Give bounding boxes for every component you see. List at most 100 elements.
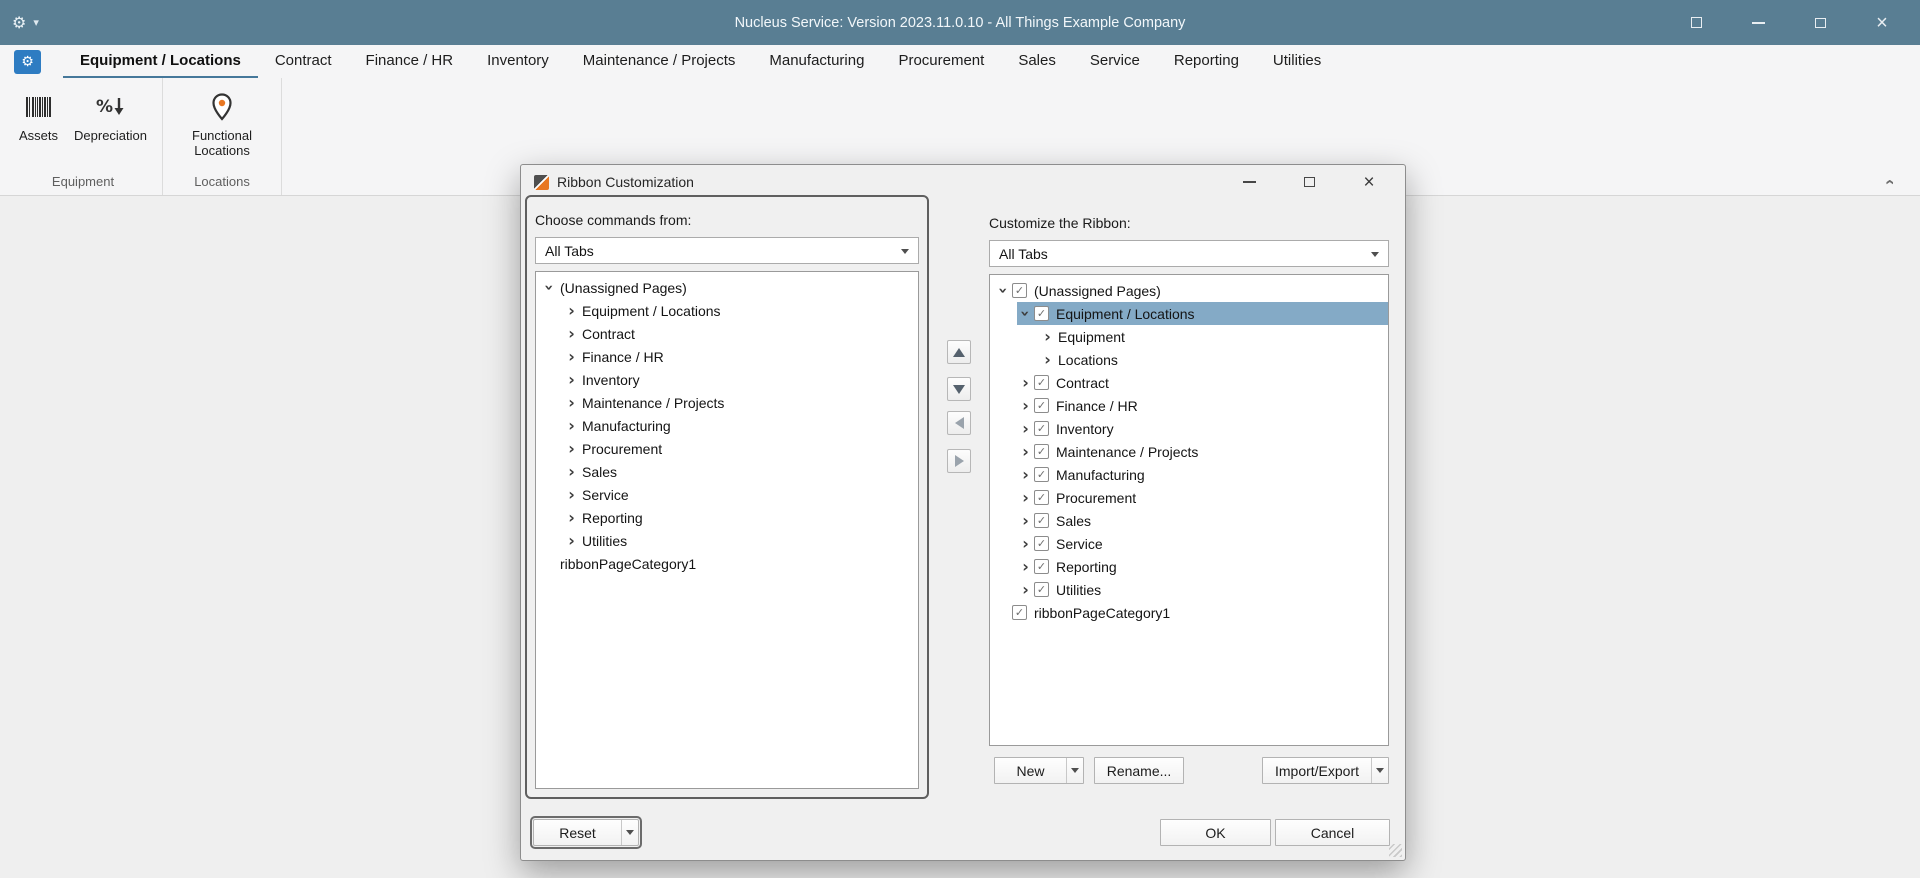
- tree-row-procurement[interactable]: › Procurement: [563, 437, 918, 460]
- dialog-titlebar[interactable]: Ribbon Customization ×: [521, 165, 1405, 199]
- tree-row-manufacturing[interactable]: › ✓ Manufacturing: [1017, 463, 1388, 486]
- chevron-right-icon[interactable]: ›: [563, 300, 580, 321]
- chevron-right-icon[interactable]: ›: [563, 461, 580, 482]
- dialog-maximize-button[interactable]: [1295, 170, 1323, 194]
- chevron-right-icon[interactable]: ›: [563, 323, 580, 344]
- chevron-right-icon[interactable]: ›: [563, 507, 580, 528]
- ribbon-tab-service[interactable]: Service: [1073, 45, 1157, 78]
- chevron-right-icon[interactable]: ›: [563, 484, 580, 505]
- chevron-down-icon[interactable]: ▾: [33, 16, 39, 29]
- tree-row-maintenance-projects[interactable]: › Maintenance / Projects: [563, 391, 918, 414]
- tree-row-service[interactable]: › ✓ Service: [1017, 532, 1388, 555]
- move-up-button[interactable]: [947, 340, 971, 364]
- chevron-right-icon[interactable]: ›: [563, 369, 580, 390]
- application-menu-button[interactable]: ⚙: [14, 49, 41, 74]
- reset-button[interactable]: Reset: [530, 816, 642, 849]
- chevron-right-icon[interactable]: ›: [1039, 326, 1056, 347]
- chevron-down-icon[interactable]: ›: [993, 282, 1014, 299]
- tree-row-contract[interactable]: › ✓ Contract: [1017, 371, 1388, 394]
- tree-row-procurement[interactable]: › ✓ Procurement: [1017, 486, 1388, 509]
- tree-row-sales[interactable]: › Sales: [563, 460, 918, 483]
- checkbox-checked[interactable]: ✓: [1034, 421, 1049, 436]
- tree-row-inventory[interactable]: › ✓ Inventory: [1017, 417, 1388, 440]
- checkbox-checked[interactable]: ✓: [1012, 605, 1027, 620]
- depreciation-button[interactable]: % Depreciation: [66, 84, 155, 146]
- new-button[interactable]: New: [994, 757, 1084, 784]
- choose-commands-dropdown[interactable]: All Tabs: [535, 237, 919, 264]
- checkbox-checked[interactable]: ✓: [1034, 559, 1049, 574]
- collapse-ribbon-button[interactable]: ›: [1878, 173, 1900, 191]
- chevron-right-icon[interactable]: ›: [563, 530, 580, 551]
- chevron-right-icon[interactable]: ›: [563, 392, 580, 413]
- chevron-right-icon[interactable]: ›: [1017, 487, 1034, 508]
- ribbon-tab-maintenance-projects[interactable]: Maintenance / Projects: [566, 45, 753, 78]
- checkbox-checked[interactable]: ✓: [1012, 283, 1027, 298]
- tree-row-finance-hr[interactable]: › Finance / HR: [563, 345, 918, 368]
- move-down-button[interactable]: [947, 377, 971, 401]
- dialog-close-button[interactable]: ×: [1355, 170, 1383, 194]
- move-right-button[interactable]: [947, 449, 971, 473]
- chevron-right-icon[interactable]: ›: [1017, 464, 1034, 485]
- gear-icon[interactable]: ⚙: [12, 14, 26, 31]
- tree-row-ribbonpagecategory1[interactable]: ›✓ribbonPageCategory1: [995, 601, 1388, 624]
- chevron-right-icon[interactable]: ›: [1017, 579, 1034, 600]
- tree-row-ribbonpagecategory1[interactable]: ›ribbonPageCategory1: [541, 552, 918, 575]
- window-options-button[interactable]: [1682, 9, 1710, 37]
- ribbon-tab-utilities[interactable]: Utilities: [1256, 45, 1338, 78]
- tree-row-finance-hr[interactable]: › ✓ Finance / HR: [1017, 394, 1388, 417]
- functional-locations-button[interactable]: Functional Locations: [170, 84, 274, 161]
- chevron-right-icon[interactable]: ›: [563, 346, 580, 367]
- tree-row-equipment-locations[interactable]: › ✓ Equipment / Locations: [1016, 302, 1388, 325]
- checkbox-checked[interactable]: ✓: [1034, 582, 1049, 597]
- checkbox-checked[interactable]: ✓: [1034, 444, 1049, 459]
- assets-button[interactable]: Assets: [11, 84, 66, 146]
- chevron-right-icon[interactable]: ›: [1017, 556, 1034, 577]
- close-button[interactable]: ×: [1868, 9, 1896, 37]
- cancel-button[interactable]: Cancel: [1275, 819, 1390, 846]
- maximize-button[interactable]: [1806, 9, 1834, 37]
- minimize-button[interactable]: [1744, 9, 1772, 37]
- resize-grip-icon[interactable]: [1389, 844, 1402, 857]
- customize-ribbon-dropdown[interactable]: All Tabs: [989, 240, 1389, 267]
- tree-row-reporting[interactable]: › Reporting: [563, 506, 918, 529]
- ribbon-tab-contract[interactable]: Contract: [258, 45, 349, 78]
- tree-row-inventory[interactable]: › Inventory: [563, 368, 918, 391]
- tree-row-contract[interactable]: › Contract: [563, 322, 918, 345]
- chevron-right-icon[interactable]: ›: [1017, 372, 1034, 393]
- tree-row-unassigned-pages[interactable]: › ✓ (Unassigned Pages): [993, 279, 1388, 302]
- ribbon-tab-manufacturing[interactable]: Manufacturing: [752, 45, 881, 78]
- chevron-down-icon[interactable]: [1066, 758, 1083, 783]
- tree-row-maintenance-projects[interactable]: › ✓ Maintenance / Projects: [1017, 440, 1388, 463]
- chevron-right-icon[interactable]: ›: [563, 438, 580, 459]
- checkbox-checked[interactable]: ✓: [1034, 490, 1049, 505]
- tree-row-utilities[interactable]: › Utilities: [563, 529, 918, 552]
- tree-row-reporting[interactable]: › ✓ Reporting: [1017, 555, 1388, 578]
- chevron-right-icon[interactable]: ›: [1017, 395, 1034, 416]
- ribbon-tab-equipment-locations[interactable]: Equipment / Locations: [63, 45, 258, 78]
- ribbon-tab-finance-hr[interactable]: Finance / HR: [349, 45, 471, 78]
- chevron-right-icon[interactable]: ›: [1017, 510, 1034, 531]
- tree-row-sales[interactable]: › ✓ Sales: [1017, 509, 1388, 532]
- move-left-button[interactable]: [947, 411, 971, 435]
- checkbox-checked[interactable]: ✓: [1034, 306, 1049, 321]
- chevron-right-icon[interactable]: ›: [1039, 349, 1056, 370]
- checkbox-checked[interactable]: ✓: [1034, 513, 1049, 528]
- chevron-down-icon[interactable]: [1371, 758, 1388, 783]
- tree-row-unassigned-pages[interactable]: › (Unassigned Pages): [539, 276, 918, 299]
- checkbox-checked[interactable]: ✓: [1034, 536, 1049, 551]
- rename-button[interactable]: Rename...: [1094, 757, 1184, 784]
- checkbox-checked[interactable]: ✓: [1034, 467, 1049, 482]
- tree-row-equipment[interactable]: › Equipment: [1039, 325, 1388, 348]
- ribbon-tab-sales[interactable]: Sales: [1001, 45, 1073, 78]
- ribbon-tab-reporting[interactable]: Reporting: [1157, 45, 1256, 78]
- chevron-right-icon[interactable]: ›: [1017, 533, 1034, 554]
- ribbon-tab-inventory[interactable]: Inventory: [470, 45, 566, 78]
- chevron-down-icon[interactable]: ›: [539, 279, 560, 296]
- tree-row-manufacturing[interactable]: › Manufacturing: [563, 414, 918, 437]
- tree-row-equipment-locations[interactable]: › Equipment / Locations: [563, 299, 918, 322]
- chevron-right-icon[interactable]: ›: [563, 415, 580, 436]
- chevron-right-icon[interactable]: ›: [1017, 418, 1034, 439]
- tree-row-utilities[interactable]: › ✓ Utilities: [1017, 578, 1388, 601]
- chevron-down-icon[interactable]: [621, 820, 638, 845]
- ribbon-tab-procurement[interactable]: Procurement: [881, 45, 1001, 78]
